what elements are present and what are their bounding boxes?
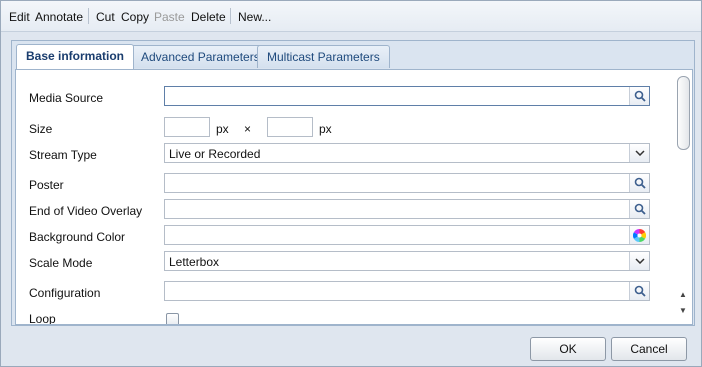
size-width-input[interactable]	[164, 117, 210, 137]
media-source-browse-button[interactable]	[629, 87, 649, 105]
magnifier-icon	[634, 203, 646, 215]
chevron-down-icon	[634, 258, 645, 264]
configuration-label: Configuration	[29, 286, 101, 300]
stream-type-label: Stream Type	[29, 148, 97, 162]
tab-panel: Base information Advanced Parameters Mul…	[11, 40, 695, 326]
cut-button[interactable]: Cut	[96, 10, 115, 24]
delete-button[interactable]: Delete	[191, 10, 226, 24]
stream-type-select[interactable]: Live or Recorded	[164, 143, 650, 163]
scroll-down-arrow-icon[interactable]: ▼	[679, 306, 687, 315]
ok-button[interactable]: OK	[530, 337, 606, 361]
background-color-field[interactable]	[164, 225, 650, 245]
new-button[interactable]: New...	[238, 10, 271, 24]
size-height-unit: px	[319, 122, 332, 136]
annotate-menu[interactable]: Annotate	[35, 10, 83, 24]
size-width-unit: px	[216, 122, 229, 136]
dialog-window: Edit Annotate Cut Copy Paste Delete New.…	[0, 0, 702, 367]
form-content: Media Source Size px × px Stream Type Li…	[15, 69, 693, 325]
size-label: Size	[29, 122, 53, 136]
vertical-scrollbar[interactable]: ▲ ▼	[676, 72, 690, 322]
tab-advanced-parameters[interactable]: Advanced Parameters	[131, 45, 270, 68]
size-height-input[interactable]	[267, 117, 313, 137]
scale-mode-label: Scale Mode	[29, 256, 93, 270]
chevron-down-icon	[634, 150, 645, 156]
stream-type-value: Live or Recorded	[169, 147, 261, 161]
background-color-label: Background Color	[29, 230, 126, 244]
toolbar: Edit Annotate Cut Copy Paste Delete New.…	[1, 1, 701, 32]
scale-mode-value: Letterbox	[169, 255, 220, 269]
poster-field[interactable]	[164, 173, 650, 193]
edit-menu[interactable]: Edit	[9, 10, 30, 24]
stream-type-dropdown-button[interactable]	[629, 144, 649, 162]
magnifier-icon	[634, 90, 646, 102]
poster-label: Poster	[29, 178, 64, 192]
size-separator: ×	[244, 122, 252, 136]
tab-multicast-parameters[interactable]: Multicast Parameters	[257, 45, 390, 68]
end-overlay-browse-button[interactable]	[629, 200, 649, 218]
loop-checkbox[interactable]	[166, 313, 179, 324]
magnifier-icon	[634, 177, 646, 189]
color-picker-button[interactable]	[629, 226, 649, 244]
media-source-field[interactable]	[164, 86, 650, 106]
toolbar-divider	[230, 8, 231, 24]
media-source-label: Media Source	[29, 91, 104, 105]
end-overlay-label: End of Video Overlay	[29, 204, 143, 218]
configuration-field[interactable]	[164, 281, 650, 301]
magnifier-icon	[634, 285, 646, 297]
cancel-button[interactable]: Cancel	[611, 337, 687, 361]
end-overlay-field[interactable]	[164, 199, 650, 219]
tab-base-information[interactable]: Base information	[16, 44, 135, 69]
scale-mode-dropdown-button[interactable]	[629, 252, 649, 270]
poster-browse-button[interactable]	[629, 174, 649, 192]
paste-button[interactable]: Paste	[154, 10, 185, 24]
copy-button[interactable]: Copy	[121, 10, 149, 24]
loop-label: Loop	[29, 312, 56, 325]
scrollbar-thumb[interactable]	[677, 76, 690, 150]
configuration-browse-button[interactable]	[629, 282, 649, 300]
color-wheel-icon	[633, 228, 646, 242]
scale-mode-select[interactable]: Letterbox	[164, 251, 650, 271]
scroll-up-arrow-icon[interactable]: ▲	[679, 290, 687, 299]
toolbar-divider	[88, 8, 89, 24]
